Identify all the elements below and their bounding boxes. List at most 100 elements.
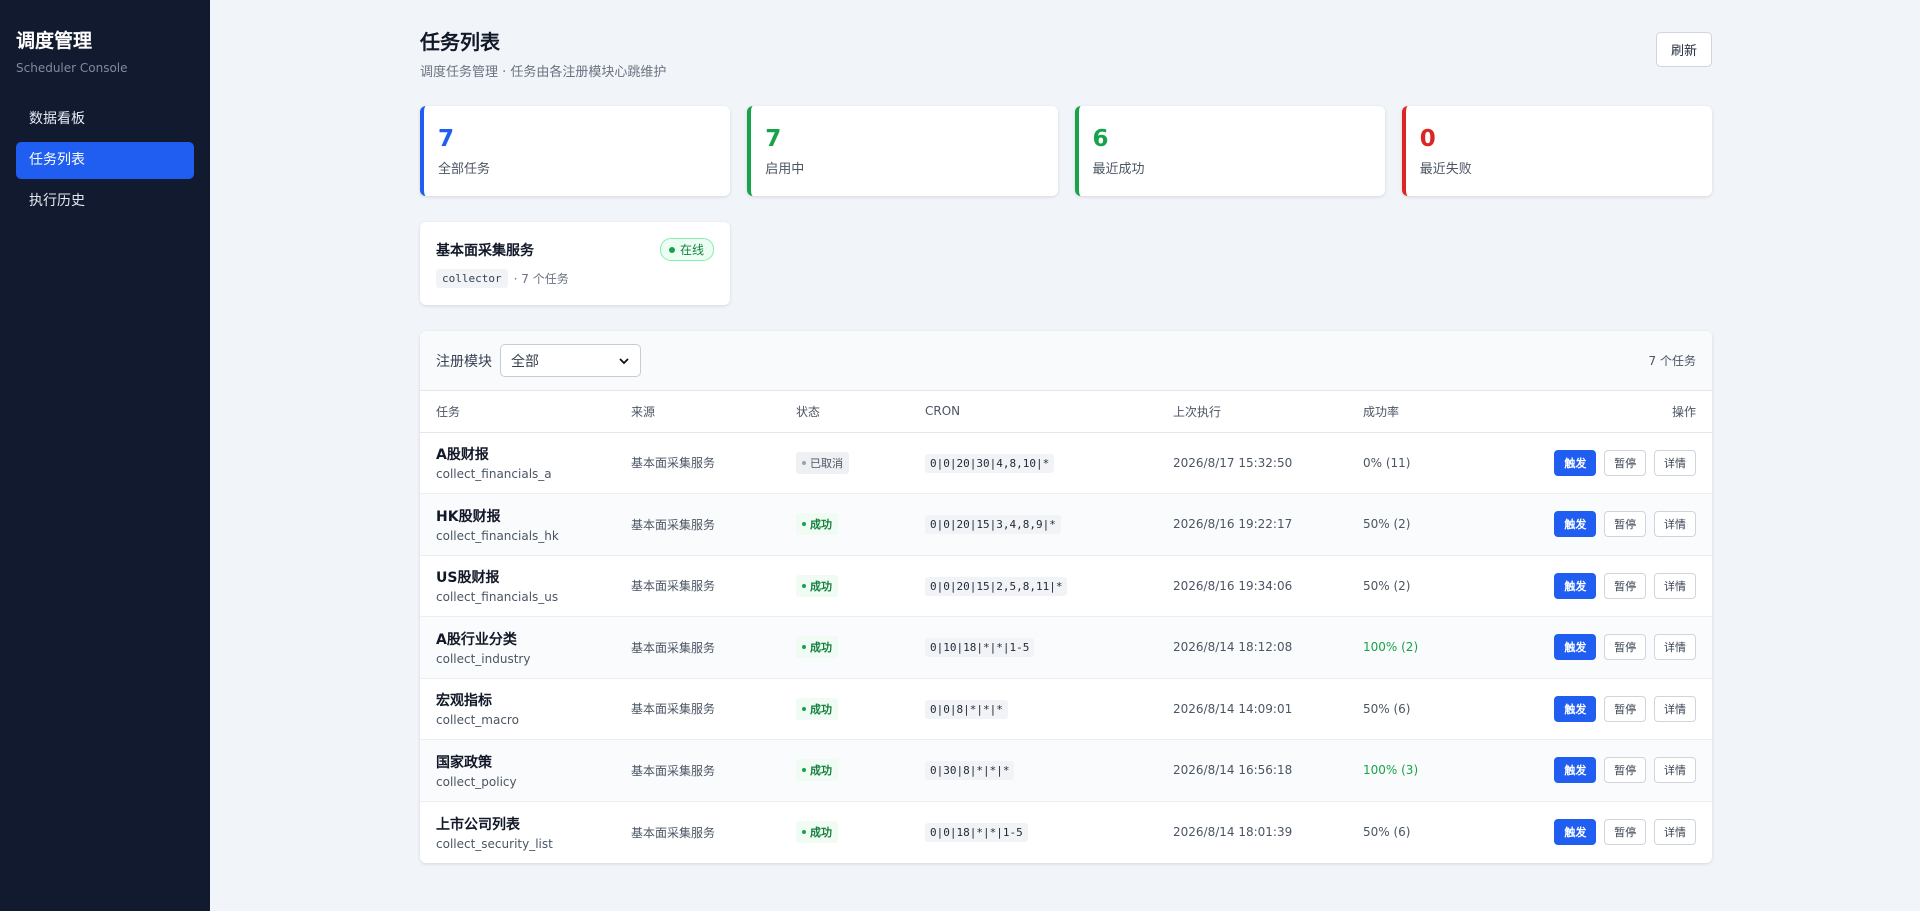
filter-label: 注册模块 (436, 353, 492, 370)
pause-button[interactable]: 暂停 (1604, 511, 1647, 538)
last-run-cell: 2026/8/14 14:09:01 (1157, 678, 1347, 740)
table-row[interactable]: A股行业分类 collect_industry 基本面采集服务 成功 0|10|… (420, 616, 1712, 679)
sidebar-item-tasks[interactable]: 任务列表 (16, 142, 194, 179)
stat-value: 7 (438, 126, 455, 152)
status-badge: 成功 (796, 636, 838, 659)
detail-button[interactable]: 详情 (1654, 511, 1696, 538)
pause-button[interactable]: 暂停 (1604, 757, 1647, 784)
detail-button[interactable]: 详情 (1654, 757, 1696, 784)
table-row[interactable]: A股财报 collect_financials_a 基本面采集服务 已取消 0|… (420, 432, 1712, 494)
status-dot-icon (802, 583, 806, 588)
status-badge: 已取消 (796, 451, 849, 474)
status-label: 成功 (810, 764, 832, 778)
cron-cell: 0|30|8|*|*|* (909, 739, 1157, 802)
sidebar-nav: 数据看板 任务列表 执行历史 (16, 101, 194, 220)
stat-card-failed: 0 最近失败 (1401, 106, 1712, 196)
trigger-button[interactable]: 触发 (1554, 511, 1597, 538)
module-filter-select[interactable]: 全部 (500, 344, 641, 377)
sidebar-item-history[interactable]: 执行历史 (16, 183, 194, 220)
sidebar-item-dashboard[interactable]: 数据看板 (16, 101, 194, 138)
online-dot-icon (668, 246, 675, 253)
detail-button[interactable]: 详情 (1654, 819, 1696, 845)
status-badge: 成功 (796, 759, 838, 782)
task-table-card: 注册模块 全部 7 个任务 任务 来源 状态 CRON 上次执行 成功率 操作 (420, 331, 1712, 863)
module-card[interactable]: 基本面采集服务 在线 collector · 7 个任务 (420, 222, 730, 305)
module-code: collector (436, 269, 508, 288)
stat-card-enabled: 7 启用中 (747, 106, 1058, 196)
table-row[interactable]: 上市公司列表 collect_security_list 基本面采集服务 成功 … (420, 801, 1712, 863)
task-name: HK股财报 (436, 508, 501, 525)
cron-cell: 0|0|18|*|*|1-5 (909, 801, 1157, 863)
table-row[interactable]: HK股财报 collect_financials_hk 基本面采集服务 成功 0… (420, 493, 1712, 556)
pause-button[interactable]: 暂停 (1604, 819, 1647, 845)
task-id: collect_policy (436, 774, 517, 789)
trigger-button[interactable]: 触发 (1554, 695, 1597, 722)
task-cell: A股行业分类 collect_industry (420, 616, 615, 679)
status-cell: 成功 (780, 678, 909, 740)
column-header-actions: 操作 (1451, 391, 1712, 433)
trigger-button[interactable]: 触发 (1554, 634, 1597, 661)
trigger-button[interactable]: 触发 (1554, 757, 1597, 784)
table-row[interactable]: 宏观指标 collect_macro 基本面采集服务 成功 0|0|8|*|*|… (420, 678, 1712, 740)
page-title: 任务列表 (420, 30, 500, 54)
cron-cell: 0|0|20|30|4,8,10|* (909, 432, 1157, 494)
trigger-button[interactable]: 触发 (1554, 449, 1597, 476)
pause-button[interactable]: 暂停 (1604, 634, 1647, 661)
source-cell: 基本面采集服务 (615, 678, 780, 740)
source-cell: 基本面采集服务 (615, 432, 780, 494)
status-badge: 在线 (659, 238, 714, 261)
task-name: A股行业分类 (436, 631, 517, 648)
brand-title: 调度管理 (16, 30, 93, 52)
trigger-button[interactable]: 触发 (1554, 819, 1597, 845)
status-dot-icon (802, 830, 806, 834)
page-header: 任务列表 调度任务管理 · 任务由各注册模块心跳维护 刷新 (420, 26, 1712, 80)
success-rate-cell: 100% (3) (1347, 739, 1452, 802)
task-id: collect_security_list (436, 836, 553, 851)
pause-button[interactable]: 暂停 (1604, 572, 1647, 599)
chevron-down-icon (619, 357, 629, 364)
status-cell: 成功 (780, 801, 909, 863)
trigger-button[interactable]: 触发 (1554, 572, 1597, 599)
stat-label: 最近失败 (1419, 162, 1472, 177)
status-dot-icon (802, 706, 806, 711)
actions-cell: 触发 暂停 详情 (1451, 739, 1712, 802)
status-cell: 成功 (780, 493, 909, 556)
success-rate-cell: 50% (6) (1363, 825, 1411, 839)
task-name: 上市公司列表 (436, 816, 520, 833)
task-id: collect_financials_hk (436, 528, 559, 543)
task-name: 国家政策 (436, 754, 492, 771)
last-run-cell: 2026/8/14 18:12:08 (1157, 616, 1347, 679)
refresh-button[interactable]: 刷新 (1655, 32, 1712, 67)
table-row[interactable]: US股财报 collect_financials_us 基本面采集服务 成功 0… (420, 555, 1712, 617)
detail-button[interactable]: 详情 (1654, 634, 1696, 661)
status-dot-icon (802, 768, 806, 773)
success-rate-cell: 50% (2) (1347, 493, 1452, 556)
cron-cell: 0|10|18|*|*|1-5 (909, 616, 1157, 679)
success-rate-cell: 0% (11) (1347, 432, 1452, 494)
detail-button[interactable]: 详情 (1654, 695, 1696, 722)
actions-cell: 触发 暂停 详情 (1451, 493, 1712, 556)
column-header-source: 来源 (615, 391, 780, 433)
column-header-task: 任务 (420, 391, 615, 433)
status-label: 成功 (810, 702, 832, 716)
source-cell: 基本面采集服务 (615, 739, 780, 802)
detail-button[interactable]: 详情 (1654, 572, 1696, 599)
filter-selected-value: 全部 (511, 353, 539, 370)
pause-button[interactable]: 暂停 (1604, 449, 1647, 476)
pause-button[interactable]: 暂停 (1604, 695, 1647, 722)
status-cell: 已取消 (780, 432, 909, 494)
cron-cell: 0|0|20|15|3,4,8,9|* (909, 493, 1157, 556)
sidebar: 调度管理 Scheduler Console 数据看板 任务列表 执行历史 (0, 0, 210, 911)
status-dot-icon (802, 522, 806, 527)
cron-expression: 0|30|8|*|*|* (925, 761, 1015, 781)
task-id: collect_financials_a (436, 467, 552, 482)
module-task-count: · 7 个任务 (513, 272, 569, 286)
status-badge: 成功 (796, 574, 838, 597)
success-rate-cell: 100% (2) (1347, 616, 1452, 679)
last-run-cell: 2026/8/14 18:01:39 (1173, 825, 1293, 839)
page-subtitle: 调度任务管理 · 任务由各注册模块心跳维护 (420, 65, 667, 80)
stats-row: 7 全部任务 7 启用中 6 最近成功 0 最近失败 (420, 106, 1712, 196)
module-name: 基本面采集服务 (436, 242, 534, 259)
table-row[interactable]: 国家政策 collect_policy 基本面采集服务 成功 0|30|8|*|… (420, 739, 1712, 802)
detail-button[interactable]: 详情 (1654, 449, 1696, 476)
